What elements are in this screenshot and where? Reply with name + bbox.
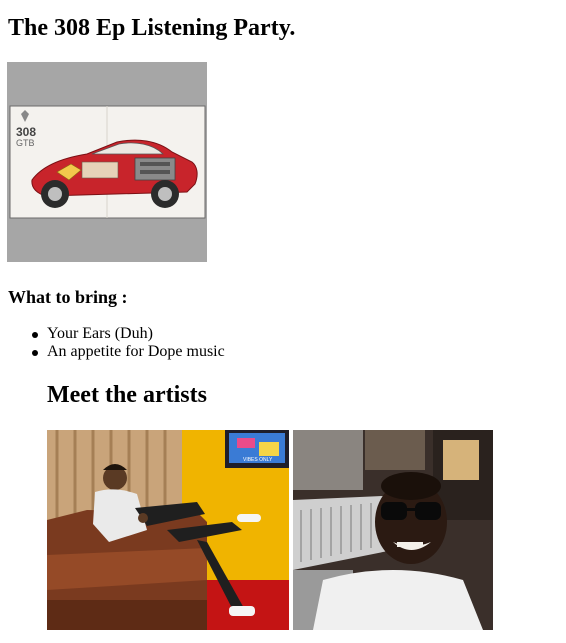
- bullet-icon: [32, 350, 38, 356]
- list-item: An appetite for Dope music: [32, 343, 225, 361]
- page: The 308 Ep Listening Party. 308 GTB What…: [0, 0, 566, 643]
- artist-photo-2: [293, 430, 493, 630]
- list-item-label: An appetite for Dope music: [47, 343, 225, 360]
- bullet-icon: [32, 332, 38, 338]
- list-item-label: Your Ears (Duh): [47, 325, 153, 342]
- page-title: The 308 Ep Listening Party.: [8, 15, 296, 41]
- bring-heading: What to bring :: [8, 287, 128, 307]
- event-poster-image: 308 GTB: [7, 62, 207, 262]
- artist-photo-1: VIBES ONLY: [47, 430, 289, 630]
- artist-on-sofa-illustration: VIBES ONLY: [47, 430, 289, 630]
- artist-in-studio-illustration: [293, 430, 493, 630]
- artists-heading: Meet the artists: [47, 382, 207, 408]
- poster-badge-308: 308: [16, 125, 36, 139]
- tv-caption: VIBES ONLY: [243, 457, 273, 463]
- list-item: Your Ears (Duh): [32, 325, 225, 343]
- bring-list: Your Ears (Duh) An appetite for Dope mus…: [32, 325, 225, 361]
- car-cutaway-illustration: 308 GTB: [7, 62, 207, 262]
- poster-badge-gtb: GTB: [16, 138, 35, 148]
